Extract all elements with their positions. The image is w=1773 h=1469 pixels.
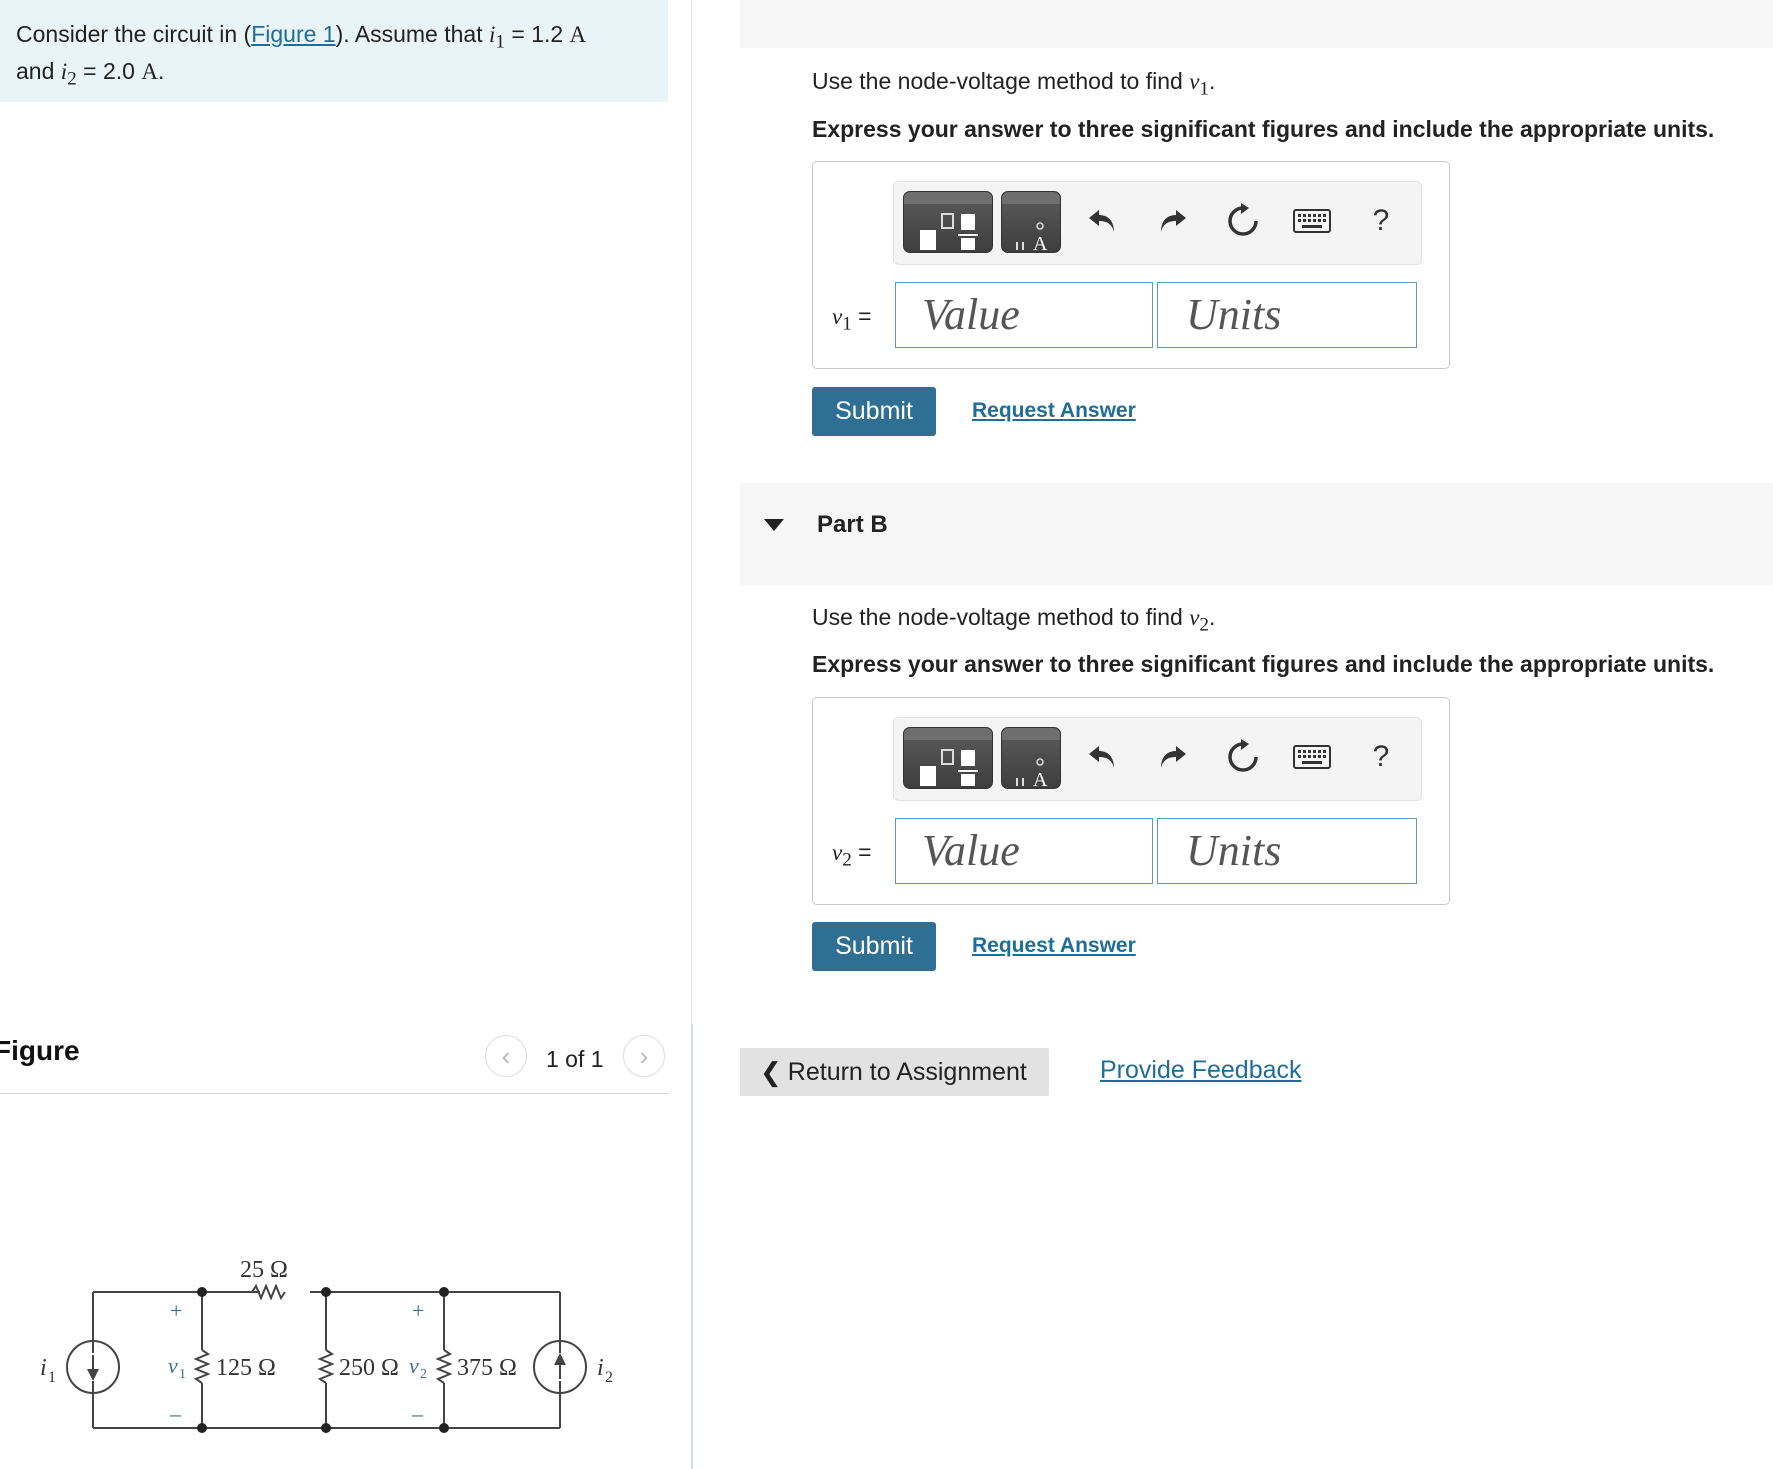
part-b-request-answer-link[interactable]: Request Answer (972, 934, 1136, 958)
redo-icon[interactable] (1153, 201, 1193, 241)
keyboard-icon[interactable] (1292, 201, 1332, 241)
part-a-prompt: Use the node-voltage method to find v1. (812, 68, 1216, 100)
figure-prev-button[interactable]: ‹ (485, 1035, 527, 1077)
figure-divider (0, 1093, 668, 1094)
return-to-assignment-button[interactable]: ❮ Return to Assignment (740, 1048, 1049, 1096)
label-r3: 375 Ω (457, 1355, 517, 1381)
label-v1: v (168, 1353, 178, 1378)
reset-icon[interactable] (1223, 201, 1263, 241)
svg-text:1: 1 (179, 1367, 186, 1382)
svg-text:A: A (1033, 769, 1048, 790)
v1-minus: – (169, 1401, 182, 1426)
problem-prefix: Consider the circuit in ( (16, 21, 252, 47)
provide-feedback-link[interactable]: Provide Feedback (1100, 1056, 1302, 1085)
part-b-title: Part B (817, 511, 888, 538)
v2-plus: + (412, 1298, 424, 1323)
svg-text:A: A (1033, 233, 1048, 254)
symbols-icon[interactable]: A (1001, 727, 1061, 790)
label-i2: i (597, 1355, 604, 1381)
part-b-value-input[interactable]: Value (895, 818, 1153, 884)
svg-text:2: 2 (420, 1367, 427, 1382)
chevron-right-icon: › (639, 1040, 649, 1071)
figure-title: Figure (0, 1035, 80, 1066)
part-b-answer-box: A ? v2 = Value Units (812, 697, 1450, 905)
help-icon[interactable]: ? (1361, 201, 1401, 241)
part-a-submit-button[interactable]: Submit (812, 387, 936, 436)
svg-text:2: 2 (605, 1369, 613, 1386)
figure-next-button[interactable]: › (623, 1035, 665, 1077)
redo-icon[interactable] (1153, 737, 1193, 777)
part-a-header (740, 0, 1773, 48)
reset-icon[interactable] (1223, 737, 1263, 777)
part-b-prompt: Use the node-voltage method to find v2. (812, 604, 1216, 636)
v1-plus: + (170, 1298, 182, 1323)
part-a-value-input[interactable]: Value (895, 282, 1153, 348)
label-r1: 125 Ω (216, 1355, 276, 1381)
part-b-toolbar: A ? (893, 717, 1422, 801)
svg-text:1: 1 (48, 1369, 56, 1386)
part-b-variable-label: v2 = (832, 839, 872, 871)
label-v2: v (409, 1353, 419, 1378)
part-a-instruction: Express your answer to three significant… (812, 116, 1715, 142)
part-b-submit-button[interactable]: Submit (812, 922, 936, 971)
label-r2: 250 Ω (339, 1355, 399, 1381)
keyboard-icon[interactable] (1292, 737, 1332, 777)
templates-icon[interactable] (903, 191, 993, 253)
symbols-icon[interactable]: A (1001, 191, 1061, 254)
figure-link[interactable]: Figure 1 (251, 21, 335, 47)
problem-statement: Consider the circuit in (Figure 1). Assu… (0, 0, 668, 102)
figure-count: 1 of 1 (546, 1046, 604, 1072)
caret-down-icon (764, 519, 784, 531)
chevron-left-icon: ❮ (760, 1056, 782, 1087)
part-b-header[interactable]: Part B (740, 483, 1773, 585)
label-i1: i (40, 1355, 47, 1381)
part-b-units-input[interactable]: Units (1157, 818, 1417, 884)
circuit-diagram: 25 Ω 125 Ω 250 Ω 375 Ω i 1 i 2 + – v 1 +… (40, 1257, 613, 1433)
v2-minus: – (411, 1401, 424, 1426)
label-r-series: 25 Ω (240, 1257, 288, 1283)
part-a-answer-box: A ? v1 = Value Units (812, 161, 1450, 369)
part-b-instruction: Express your answer to three significant… (812, 651, 1715, 677)
part-a-variable-label: v1 = (832, 303, 872, 335)
undo-icon[interactable] (1082, 737, 1122, 777)
help-icon[interactable]: ? (1361, 737, 1401, 777)
part-a-toolbar: A ? (893, 181, 1422, 265)
part-a-units-input[interactable]: Units (1157, 282, 1417, 348)
undo-icon[interactable] (1082, 201, 1122, 241)
part-a-request-answer-link[interactable]: Request Answer (972, 399, 1136, 423)
panel-divider-lower (691, 1024, 693, 1469)
templates-icon[interactable] (903, 727, 993, 789)
chevron-left-icon: ‹ (501, 1040, 511, 1071)
